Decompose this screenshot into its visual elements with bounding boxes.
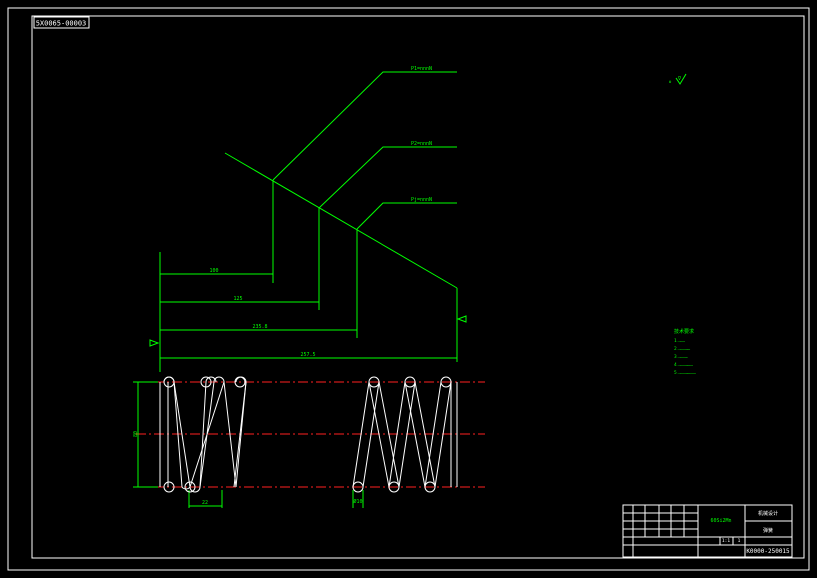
drawing-code-top: 5X0065-00003 [36,20,87,28]
dim-pitch: 22 [202,500,208,506]
dim-diameter: 80 [133,431,139,437]
scale: 1:1 [722,538,730,544]
drawing-code-bottom: K0000-250015 [746,548,790,555]
company-name: 机械设计 [758,510,778,517]
dim-wire: Ø10 [353,498,362,505]
p3-leader [356,202,457,230]
tech-item: 4.…………… [674,362,693,368]
p1-label: P1=nnnN [411,66,432,72]
p2-label: P2=nnnN [411,141,432,147]
title-block: 机械设计 弹簧 60Si2Mn 1:1 1 K0000-250015 [622,504,793,558]
outer-border [7,7,810,571]
roughness-prefix: ∘ [668,78,672,86]
tech-item: 5.……………… [674,370,696,376]
dim-total: 257.5 [300,352,315,358]
tech-item: 2.………… [674,346,691,352]
p3-label: Pj=nnnN [411,197,432,203]
cad-drawing: 5X0065-00003 ∘ ∇ P1=nnnN P2=nnnN Pj=nnnN… [7,7,810,571]
datum-marker-right [456,315,467,323]
dim-h1: 100 [209,268,218,274]
tech-title: 技术要求 [674,328,694,335]
spring-coils-right [352,376,458,493]
p2-leader [318,146,457,209]
dim-h2: 125 [233,296,242,302]
tech-item: 3.……… [674,354,688,360]
tech-item: 1.…… [674,338,685,344]
dim-h3: 235.8 [252,324,267,330]
characteristic-line [224,152,458,289]
inner-frame [31,15,805,559]
material: 60Si2Mn [710,518,731,524]
sheet: 1 [738,538,741,544]
tech-requirements: 技术要求 1.…… 2.………… 3.……… 4.…………… 5.……………… [674,328,696,376]
part-name: 弹簧 [763,527,773,534]
datum-marker-left [149,339,160,347]
